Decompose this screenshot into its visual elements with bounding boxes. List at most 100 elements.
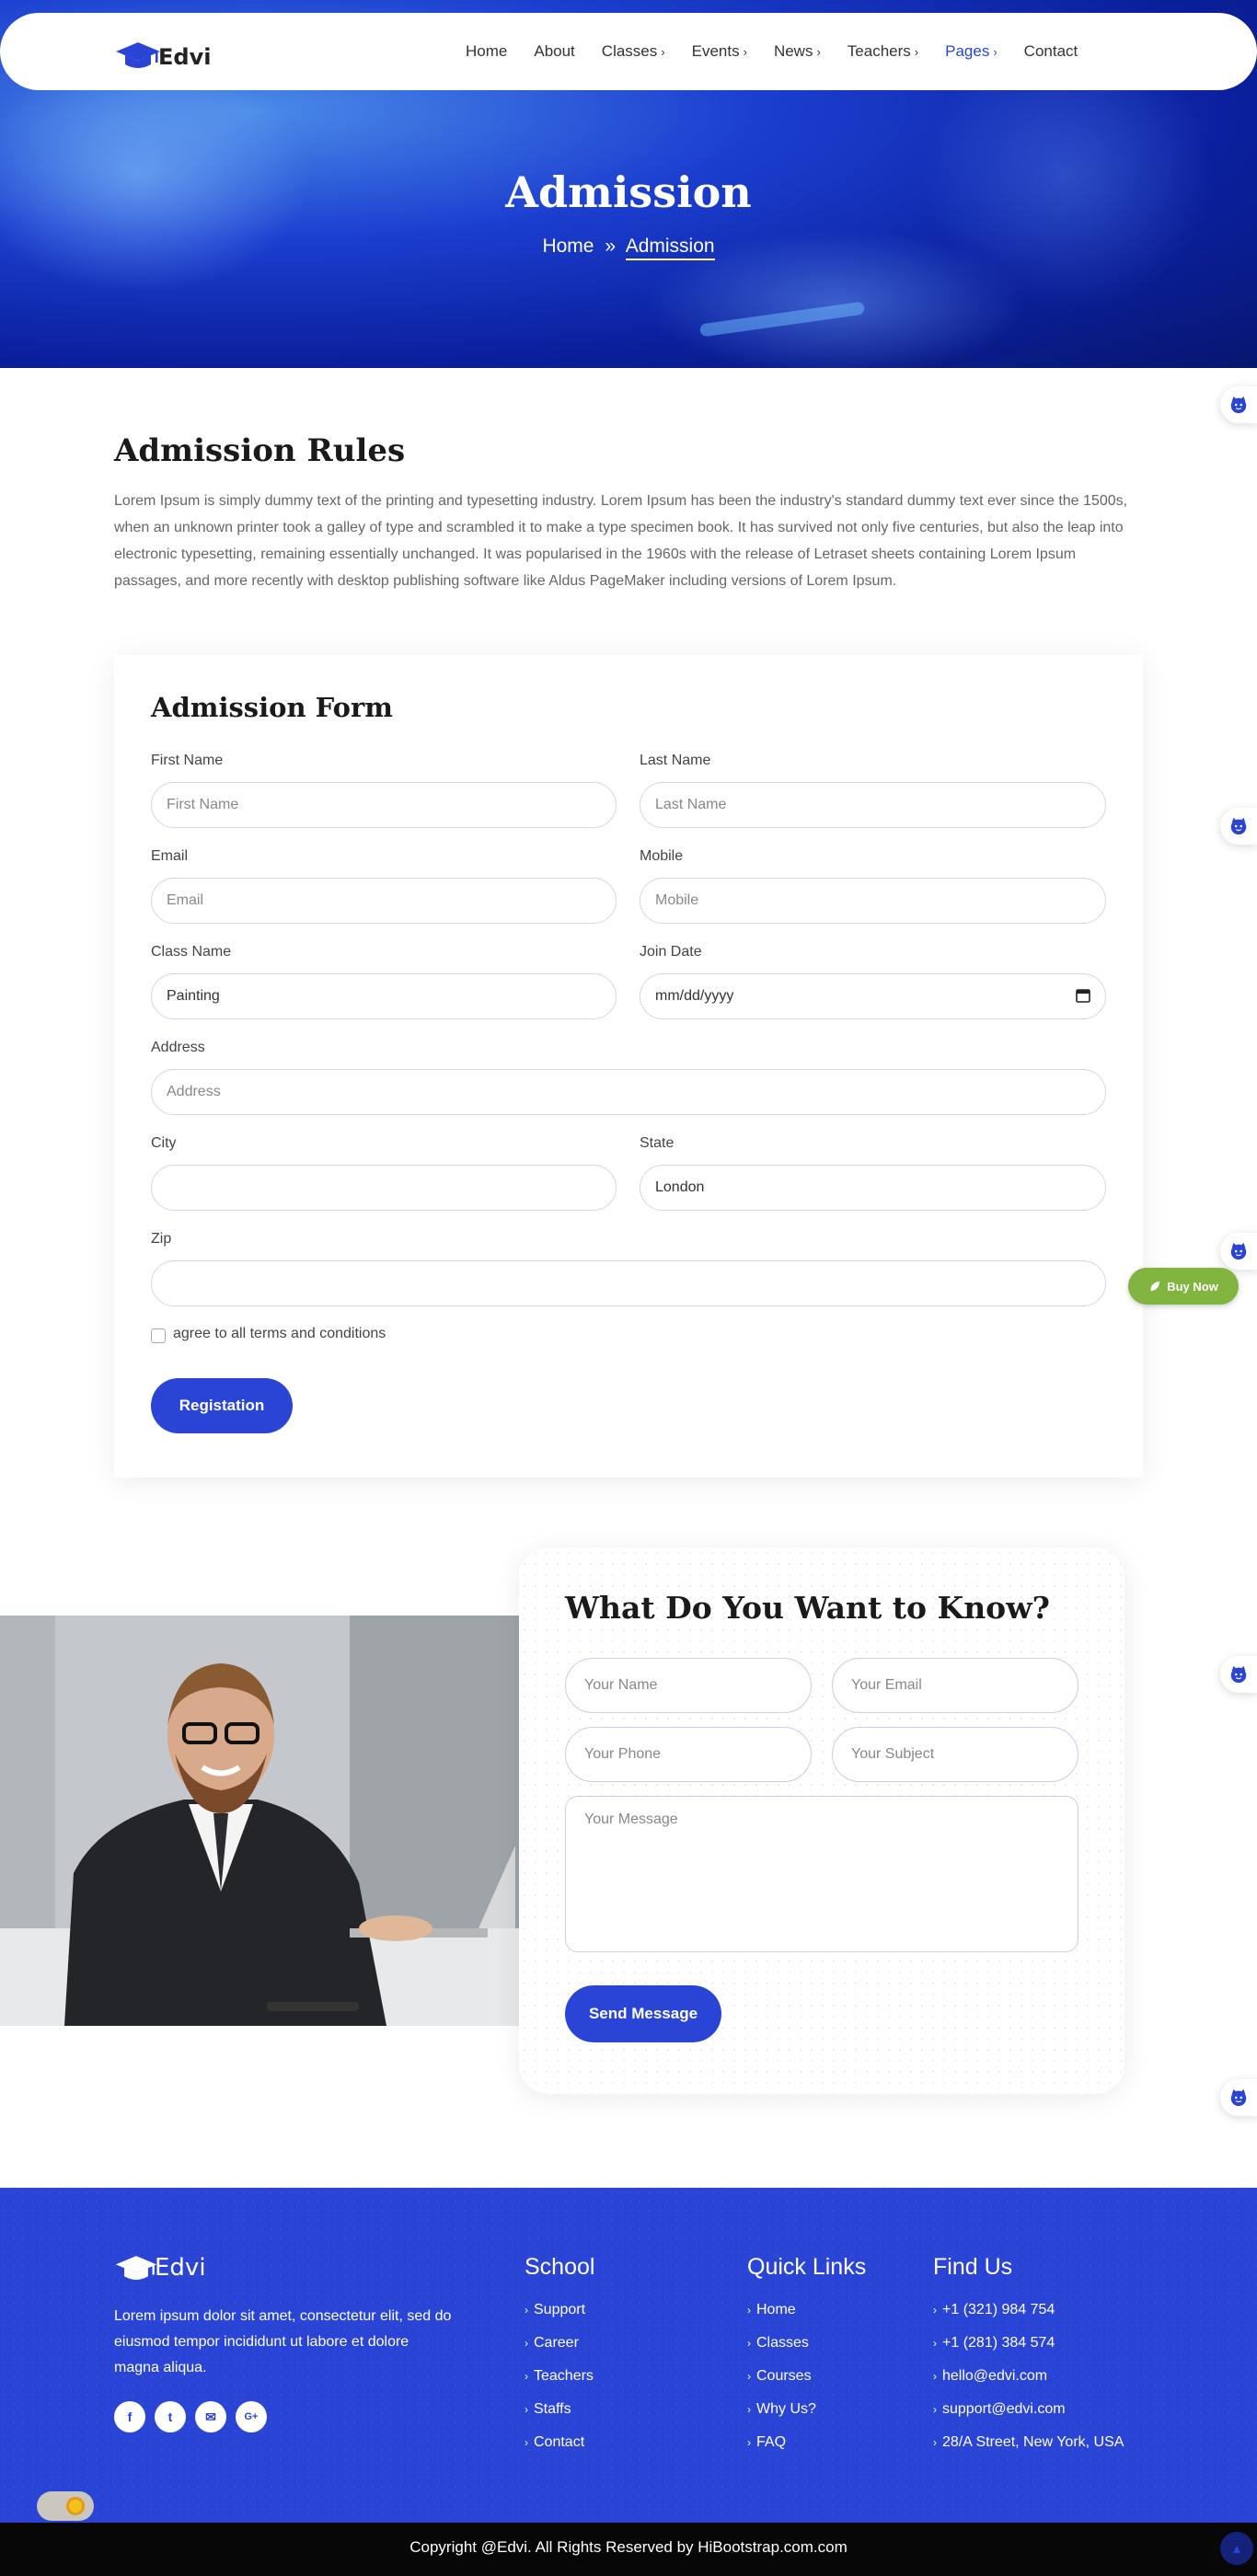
side-cat-icon[interactable] — [1220, 386, 1257, 423]
footer-contact-text: support@edvi.com — [942, 2401, 1066, 2417]
footer-link-label: Contact — [534, 2434, 585, 2450]
footer-contact-text: +1 (321) 984 754 — [942, 2302, 1055, 2317]
google-plus-icon[interactable]: G+ — [236, 2401, 267, 2432]
nav-home[interactable]: Home — [466, 40, 507, 63]
copyright-bar: Copyright @Edvi. All Rights Reserved by … — [0, 2523, 1257, 2576]
footer-link[interactable]: › Home — [747, 2294, 866, 2327]
chevron-right-icon: › — [747, 2337, 751, 2350]
footer-school-heading: School — [525, 2254, 595, 2280]
last-name-input[interactable]: Last Name — [640, 782, 1106, 828]
breadcrumb-home-link[interactable]: Home — [542, 236, 594, 257]
nav-teachers[interactable]: Teachers › — [848, 40, 918, 63]
nav-about[interactable]: About — [534, 40, 574, 63]
twitter-icon[interactable]: t — [155, 2401, 186, 2432]
city-input[interactable] — [151, 1165, 617, 1211]
buy-now-label: Buy Now — [1167, 1279, 1218, 1294]
nav-contact[interactable]: Contact — [1024, 40, 1078, 63]
leaf-icon — [1150, 1281, 1160, 1292]
footer-contact-item[interactable]: › support@edvi.com — [933, 2393, 1124, 2426]
site-logo[interactable]: Edvi — [114, 39, 211, 70]
footer-link[interactable]: › Classes — [747, 2327, 866, 2360]
footer-link[interactable]: › Why Us? — [747, 2393, 866, 2426]
chevron-right-icon: › — [747, 2403, 751, 2416]
contact-heading: What Do You Want to Know? — [565, 1590, 1050, 1626]
footer-link-label: Staffs — [534, 2401, 571, 2417]
nav-pages[interactable]: Pages › — [945, 40, 998, 63]
footer-link[interactable]: › Teachers — [525, 2360, 594, 2393]
side-cat-icon[interactable] — [1220, 1233, 1257, 1270]
chevron-right-icon: › — [525, 2436, 528, 2449]
footer-contact-text: hello@edvi.com — [942, 2368, 1048, 2384]
footer-find-us-column: Find Us › +1 (321) 984 754 › +1 (281) 384 … — [933, 2254, 1124, 2459]
join-date-input[interactable]: mm/dd/yyyy — [640, 973, 1106, 1019]
your-phone-input[interactable]: Your Phone — [565, 1727, 812, 1782]
nav-label: Home — [466, 42, 508, 60]
registration-button[interactable]: Registation — [151, 1378, 293, 1433]
businessman-illustration — [0, 1616, 519, 2026]
nav-classes[interactable]: Classes › — [602, 40, 665, 63]
email-label: Email — [151, 848, 189, 864]
footer-link[interactable]: › Staffs — [525, 2393, 594, 2426]
footer-link[interactable]: › Contact — [525, 2426, 594, 2459]
copyright-text: Copyright @Edvi. All Rights Reserved by … — [409, 2538, 848, 2556]
calendar-icon[interactable] — [1076, 988, 1090, 1003]
footer-contact-item[interactable]: › +1 (321) 984 754 — [933, 2294, 1124, 2327]
send-message-button[interactable]: Send Message — [565, 1985, 721, 2042]
side-cat-icon[interactable] — [1220, 1656, 1257, 1693]
theme-toggle[interactable] — [37, 2491, 94, 2521]
first-name-input[interactable]: First Name — [151, 782, 617, 828]
state-input[interactable]: London — [640, 1165, 1106, 1211]
scroll-to-top-icon[interactable]: ▲ — [1220, 2532, 1253, 2565]
footer-quick-links-column: Quick Links › Home › Classes › Courses › Why… — [747, 2254, 866, 2459]
footer-logo[interactable]: Edvi — [114, 2254, 206, 2282]
cat-icon — [1230, 1242, 1247, 1260]
graduation-cap-icon — [115, 2256, 157, 2280]
nav-news[interactable]: News › — [774, 40, 821, 63]
zip-input[interactable] — [151, 1260, 1106, 1306]
nav-label: About — [534, 42, 575, 60]
brand-name: Edvi — [158, 44, 212, 70]
side-cat-icon[interactable] — [1220, 2079, 1257, 2116]
sun-icon — [66, 2497, 85, 2515]
footer-contact-item[interactable]: › +1 (281) 384 574 — [933, 2327, 1124, 2360]
chevron-right-icon: › — [993, 45, 998, 59]
footer-contact-text: +1 (281) 384 574 — [942, 2335, 1055, 2351]
mobile-input[interactable]: Mobile — [640, 878, 1106, 924]
side-cat-icon[interactable] — [1220, 808, 1257, 845]
address-label: Address — [151, 1040, 205, 1055]
main-nav: Home About Classes › Events › News › Teache… — [466, 40, 1104, 63]
your-message-textarea[interactable]: Your Message — [565, 1796, 1078, 1952]
footer-link[interactable]: › Career — [525, 2327, 594, 2360]
city-label: City — [151, 1135, 177, 1151]
chevron-right-icon: › — [933, 2403, 937, 2416]
footer-contact-item[interactable]: › 28/A Street, New York, USA — [933, 2426, 1124, 2459]
chevron-right-icon: › — [914, 45, 919, 59]
page-title: Admission — [505, 167, 752, 217]
your-name-input[interactable]: Your Name — [565, 1658, 812, 1713]
chevron-right-icon: › — [525, 2370, 528, 2383]
address-input[interactable]: Address — [151, 1069, 1106, 1115]
footer-link[interactable]: › Support — [525, 2294, 594, 2327]
your-subject-input[interactable]: Your Subject — [832, 1727, 1078, 1782]
facebook-icon[interactable]: f — [114, 2401, 145, 2432]
join-date-label: Join Date — [640, 944, 702, 960]
footer-contact-item[interactable]: › hello@edvi.com — [933, 2360, 1124, 2393]
nav-label: Events — [691, 42, 740, 60]
footer-link[interactable]: › Courses — [747, 2360, 866, 2393]
terms-checkbox[interactable] — [151, 1328, 166, 1343]
chevron-right-icon: › — [747, 2436, 751, 2449]
breadcrumb: Home » Admission — [0, 236, 1257, 260]
class-name-input[interactable]: Painting — [151, 973, 617, 1019]
zip-label: Zip — [151, 1231, 172, 1247]
footer-link-label: Career — [534, 2335, 579, 2351]
chevron-right-icon: › — [816, 45, 821, 59]
footer-link[interactable]: › FAQ — [747, 2426, 866, 2459]
social-links: f t ✉ G+ — [114, 2401, 267, 2432]
email-input[interactable]: Email — [151, 878, 617, 924]
your-email-input[interactable]: Your Email — [832, 1658, 1078, 1713]
buy-now-button[interactable]: Buy Now — [1128, 1268, 1239, 1305]
terms-label[interactable]: agree to all terms and conditions — [173, 1326, 386, 1342]
mobile-label: Mobile — [640, 848, 684, 864]
mail-icon[interactable]: ✉ — [195, 2401, 226, 2432]
nav-events[interactable]: Events › — [692, 40, 747, 63]
